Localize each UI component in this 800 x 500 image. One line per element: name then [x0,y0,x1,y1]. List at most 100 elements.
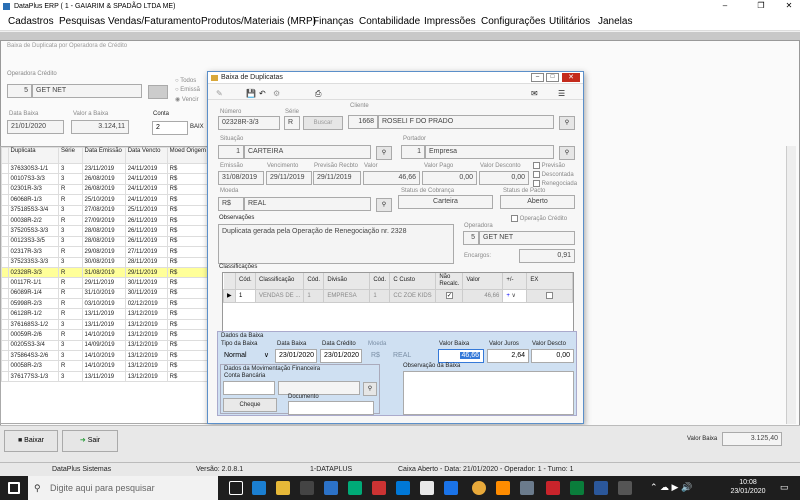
table-cell[interactable]: R$ [166,162,209,175]
table-cell[interactable]: R$ [166,329,209,341]
table-cell[interactable]: 06089R-1/4 [7,287,59,300]
valor-desconto-field[interactable]: 0,00 [479,171,529,185]
table-cell[interactable]: 29/11/2019 [81,277,126,289]
valor-juros-field[interactable]: 2,64 [487,349,529,363]
minimize-icon[interactable]: – [714,0,736,13]
operadora-search-button[interactable] [148,85,168,99]
tray-icons[interactable]: ⌃ ☁ ▶ 🔊 [650,482,692,493]
taskbar-clock[interactable]: 10:08 23/01/2020 [728,478,768,496]
renegociada-checkbox[interactable]: Renegociada [533,180,577,187]
table-row[interactable]: 00205S3-3/4 3 14/09/2019 13/12/2019 R$ [1,339,209,352]
table-row[interactable]: 06128R-1/2 R 13/11/2019 13/12/2019 R$ [1,308,209,320]
table-cell[interactable]: 376330S3-1/1 [7,162,59,175]
table-cell[interactable]: 3 [57,370,83,383]
table-cell[interactable]: 26/11/2019 [124,225,168,237]
conta-search-button[interactable]: ⚲ [363,382,377,396]
table-cell[interactable]: R$ [166,256,209,268]
table-row[interactable]: 02328R-3/3 R 31/08/2019 29/11/2019 R$ [1,266,209,279]
status-cobranca-field[interactable]: Carteira [398,195,493,209]
undo-icon[interactable]: ↶ [259,89,266,98]
cls-col-nao-recalc[interactable]: Não Recalc. [435,273,464,289]
file-explorer-icon[interactable] [276,481,290,495]
table-cell[interactable]: 3 [57,235,83,248]
moeda2-code[interactable]: R$ [367,349,387,363]
moeda-search-button[interactable]: ⚲ [376,198,392,212]
menu-janelas[interactable]: Janelas [598,16,632,27]
portador-search-button[interactable]: ⚲ [559,146,575,160]
operadora-code[interactable]: 5 [7,84,32,98]
cls-cod[interactable]: 1 [235,288,256,303]
table-cell[interactable]: R$ [166,246,209,258]
previsao-field[interactable]: 29/11/2019 [313,171,361,185]
mail-icon[interactable] [324,481,338,495]
table-cell[interactable]: 3 [57,256,83,268]
menu-icon[interactable]: ☰ [558,89,565,98]
dialog-maximize-icon[interactable]: □ [546,73,559,82]
numero-field[interactable]: 02328R-3/3 [218,116,280,130]
table-cell[interactable]: 13/12/2019 [124,360,168,372]
conta-field[interactable]: 2 [152,121,188,135]
table-cell[interactable]: 3 [57,339,83,352]
table-cell[interactable]: 02/12/2019 [124,298,168,310]
col-duplicata[interactable]: Duplicata [7,147,59,164]
cls-col-ex[interactable]: EX [526,273,573,289]
table-cell[interactable]: 3 [57,350,83,362]
cls-col-cod2[interactable]: Cód. [303,273,325,289]
cls-valor[interactable]: 46,66 [462,288,504,303]
status-pacto-field[interactable]: Aberto [500,195,575,209]
cliente-search-button[interactable]: ⚲ [559,116,575,130]
table-cell[interactable]: R$ [166,235,209,248]
table-cell[interactable]: 14/10/2019 [81,350,126,362]
table-cell[interactable]: R [57,298,83,310]
data-baixa-dlg-field[interactable]: 23/01/2020 [275,349,317,363]
close-icon[interactable]: ✕ [778,0,800,13]
emissao-field[interactable]: 31/08/2019 [218,171,264,185]
cls-custo[interactable]: CC ZOE KIDS [389,288,437,303]
operadora-dlg-code[interactable]: 5 [463,231,479,245]
table-cell[interactable]: 31/08/2019 [81,266,126,279]
situacao-search-button[interactable]: ⚲ [376,146,392,160]
col-data-emissao[interactable]: Data Emissão [81,147,126,164]
task-view-icon[interactable] [229,481,243,495]
menu-impressoes[interactable]: Impressões [424,16,476,27]
chrome-icon[interactable] [472,481,486,495]
table-row[interactable]: 00038R-2/2 R 27/09/2019 26/11/2019 R$ [1,214,209,227]
valor-baixa-dlg-field[interactable]: 46,66 [438,349,484,363]
table-cell[interactable]: 02317R-3/3 [7,246,59,258]
table-cell[interactable]: 05998R-2/3 [7,298,59,310]
table-cell[interactable]: 00038R-2/2 [7,214,59,227]
operadora-name[interactable]: GET NET [32,84,142,98]
cls-col-cod3[interactable]: Cód. [369,273,391,289]
table-cell[interactable]: R$ [166,298,209,310]
table-cell[interactable]: 13/12/2019 [124,318,168,331]
table-cell[interactable]: R$ [166,370,209,383]
app-icon-4[interactable] [420,481,434,495]
table-cell[interactable]: R [57,360,83,372]
menu-vendas[interactable]: Vendas/Faturamento [108,16,201,27]
table-cell[interactable]: 00107S3-3/3 [7,173,59,185]
tools-icon[interactable]: ⚙ [273,89,280,98]
table-cell[interactable]: 29/08/2019 [81,246,126,258]
app-icon-3[interactable] [396,481,410,495]
table-cell[interactable]: R$ [166,360,209,372]
table-cell[interactable]: 26/08/2019 [81,183,126,196]
table-cell[interactable]: 13/11/2019 [81,318,126,331]
table-cell[interactable]: R$ [166,183,209,196]
table-cell[interactable]: 23/11/2019 [81,162,126,175]
observacoes-field[interactable]: Duplicata gerada pela Operação de Renego… [218,224,454,264]
table-cell[interactable]: 24/11/2019 [124,194,168,206]
conta-bancaria-code[interactable] [223,381,275,395]
operadora-dlg-name[interactable]: GET NET [479,231,575,245]
cls-col-custo[interactable]: C Custo [389,273,437,289]
table-cell[interactable]: 375233S3-3/3 [7,256,59,268]
conta-bancaria-name[interactable] [278,381,360,395]
table-cell[interactable]: R$ [166,173,209,185]
valor-pago-field[interactable]: 0,00 [422,171,477,185]
data-baixa-field[interactable]: 21/01/2020 [7,120,64,134]
previsao-checkbox[interactable]: Previsão [533,162,565,169]
table-cell[interactable]: R [57,214,83,227]
table-cell[interactable]: 26/08/2019 [81,173,126,185]
table-cell[interactable]: 13/12/2019 [124,339,168,352]
cls-col-classificacao[interactable]: Classificação [255,273,305,289]
menu-configuracoes[interactable]: Configurações [481,16,545,27]
